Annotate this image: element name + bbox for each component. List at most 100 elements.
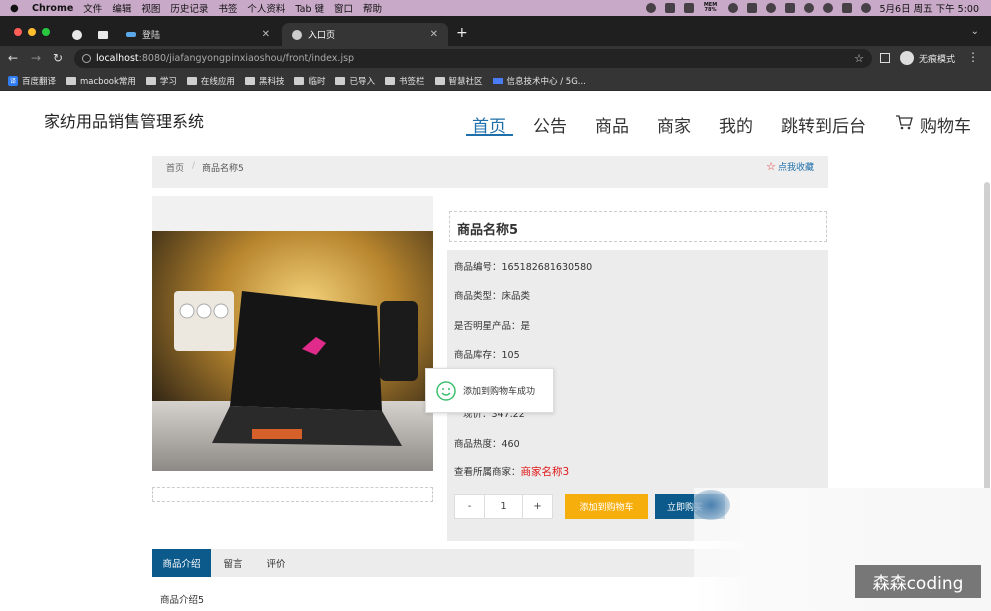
close-tab-icon[interactable]: ✕ xyxy=(430,29,438,40)
bookmark-item[interactable]: 已导入 xyxy=(335,75,375,87)
incognito-icon xyxy=(900,51,914,65)
bookmark-item[interactable]: 学习 xyxy=(145,75,177,87)
bookmark-item[interactable]: 临时 xyxy=(294,75,325,87)
menu-edit[interactable]: 编辑 xyxy=(112,1,131,15)
product-id-row: 商品编号：165182681630580 xyxy=(454,259,592,273)
breadcrumb-current: 商品名称5 xyxy=(202,164,244,174)
pinned-tab-window-icon[interactable] xyxy=(98,31,108,39)
toast-message: 添加到购物车成功 xyxy=(463,387,536,397)
tab-favicon xyxy=(126,32,136,37)
menu-tab[interactable]: Tab 键 xyxy=(295,1,324,15)
at-icon[interactable] xyxy=(727,3,738,13)
success-toast: 添加到购物车成功 xyxy=(425,368,554,413)
bookmark-item[interactable]: 在线应用 xyxy=(186,75,235,87)
tab-index[interactable]: 入口页 ✕ xyxy=(282,23,448,46)
tab-reviews[interactable]: 评价 xyxy=(255,549,297,577)
zoom-window-button[interactable] xyxy=(42,28,50,36)
menu-history[interactable]: 历史记录 xyxy=(170,1,208,15)
product-type: 床品类 xyxy=(501,291,531,302)
tab-login[interactable]: 登陆 ✕ xyxy=(116,23,280,46)
bookmark-item[interactable]: macbook常用 xyxy=(66,75,136,87)
menu-view[interactable]: 视图 xyxy=(141,1,160,15)
menu-kebab-icon[interactable]: ⋮ xyxy=(967,50,979,64)
minimize-window-button[interactable] xyxy=(28,28,36,36)
back-arrow-icon[interactable]: ← xyxy=(8,51,18,65)
site-info-icon[interactable] xyxy=(82,54,91,63)
siri-icon[interactable] xyxy=(860,3,871,13)
nav-admin[interactable]: 跳转到后台 xyxy=(781,112,866,137)
side-panel-icon[interactable] xyxy=(880,53,890,63)
breadcrumb-home[interactable]: 首页 xyxy=(166,161,184,174)
x-icon[interactable] xyxy=(765,3,776,13)
tab-search-chevron-icon[interactable]: ⌄ xyxy=(971,26,979,37)
menu-file[interactable]: 文件 xyxy=(83,1,102,15)
menu-app-name[interactable]: Chrome xyxy=(32,3,73,14)
memory-indicator[interactable]: MEM 78% xyxy=(703,3,719,13)
increment-button[interactable]: + xyxy=(522,494,553,519)
row-label: 商品类型： xyxy=(454,291,502,302)
menu-bookmarks[interactable]: 书签 xyxy=(218,1,237,15)
tab-title: 入口页 xyxy=(308,31,336,41)
favorite-button[interactable]: ☆ 点我收藏 xyxy=(766,160,814,173)
sun-icon[interactable] xyxy=(683,3,694,13)
add-to-cart-button[interactable]: 添加到购物车 xyxy=(565,494,648,519)
bookmark-item[interactable]: 译百度翻译 xyxy=(8,75,56,87)
translate-icon: 译 xyxy=(8,75,18,86)
tab-messages[interactable]: 留言 xyxy=(212,549,254,577)
pinned-tab-globe-icon[interactable] xyxy=(72,30,82,40)
window-icon[interactable] xyxy=(746,3,757,13)
forward-arrow-icon[interactable]: → xyxy=(31,51,41,65)
nav-merchants[interactable]: 商家 xyxy=(657,112,691,137)
url-input[interactable]: localhost :8080/jiafangyongpinxiaoshou/f… xyxy=(74,49,872,68)
nav-products[interactable]: 商品 xyxy=(595,112,629,137)
url-host: localhost xyxy=(96,53,139,64)
mic-icon[interactable] xyxy=(664,3,675,13)
bluetooth-icon[interactable] xyxy=(784,3,795,13)
wifi-icon[interactable] xyxy=(803,3,814,13)
product-image xyxy=(152,231,433,471)
search-icon[interactable] xyxy=(822,3,833,13)
favorite-label: 点我收藏 xyxy=(777,163,814,173)
nav-cart[interactable]: 购物车 xyxy=(920,112,971,137)
control-center-icon[interactable] xyxy=(841,3,852,13)
shop-link[interactable]: 商家名称3 xyxy=(521,466,570,478)
bookmark-item[interactable]: 信息技术中心 / 5G... xyxy=(492,75,586,87)
bookmark-label: 书签栏 xyxy=(398,76,425,87)
cart-icon[interactable] xyxy=(895,114,913,130)
folder-icon xyxy=(434,76,445,85)
menu-window[interactable]: 窗口 xyxy=(334,1,353,15)
product-name: 商品名称5 xyxy=(449,211,827,242)
folder-icon xyxy=(66,76,77,85)
bookmark-star-icon[interactable]: ☆ xyxy=(854,52,864,65)
menu-profile[interactable]: 个人资料 xyxy=(247,1,285,15)
incognito-indicator[interactable]: 无痕模式 xyxy=(900,51,955,65)
reload-icon[interactable]: ↻ xyxy=(53,51,63,65)
record-icon[interactable] xyxy=(645,3,656,13)
close-tab-icon[interactable]: ✕ xyxy=(262,29,270,40)
row-label: 商品热度： xyxy=(454,439,502,450)
browser-tab-strip: 登陆 ✕ 入口页 ✕ + ⌄ xyxy=(0,16,991,46)
link-icon xyxy=(492,77,503,84)
product-description: 商品介绍5 xyxy=(160,595,205,606)
bookmark-item[interactable]: 黑科技 xyxy=(244,75,284,87)
bookmark-label: 信息技术中心 / 5G... xyxy=(506,76,586,87)
decrement-button[interactable]: - xyxy=(454,494,485,519)
bookmark-item[interactable]: 书签栏 xyxy=(384,75,425,87)
nav-mine[interactable]: 我的 xyxy=(719,112,753,137)
folder-icon xyxy=(335,76,346,85)
bookmark-label: 智慧社区 xyxy=(448,76,483,87)
close-window-button[interactable] xyxy=(14,28,22,36)
bookmark-item[interactable]: 智慧社区 xyxy=(434,75,483,87)
star-product: 是 xyxy=(520,321,531,332)
menu-clock[interactable]: 5月6日 周五 下午 5:00 xyxy=(880,1,979,15)
nav-notice[interactable]: 公告 xyxy=(533,112,567,137)
menu-help[interactable]: 帮助 xyxy=(363,1,382,15)
apple-icon[interactable]: ● xyxy=(10,3,22,14)
heat: 460 xyxy=(501,439,520,450)
web-page: 家纺用品销售管理系统 首页 公告 商品 商家 我的 跳转到后台 购物车 首页 /… xyxy=(0,92,991,611)
folder-icon xyxy=(186,76,197,85)
star-product-row: 是否明星产品：是 xyxy=(454,318,530,332)
new-tab-button[interactable]: + xyxy=(456,25,468,41)
tab-description[interactable]: 商品介绍 xyxy=(152,549,211,577)
quantity-input[interactable]: 1 xyxy=(485,494,522,519)
